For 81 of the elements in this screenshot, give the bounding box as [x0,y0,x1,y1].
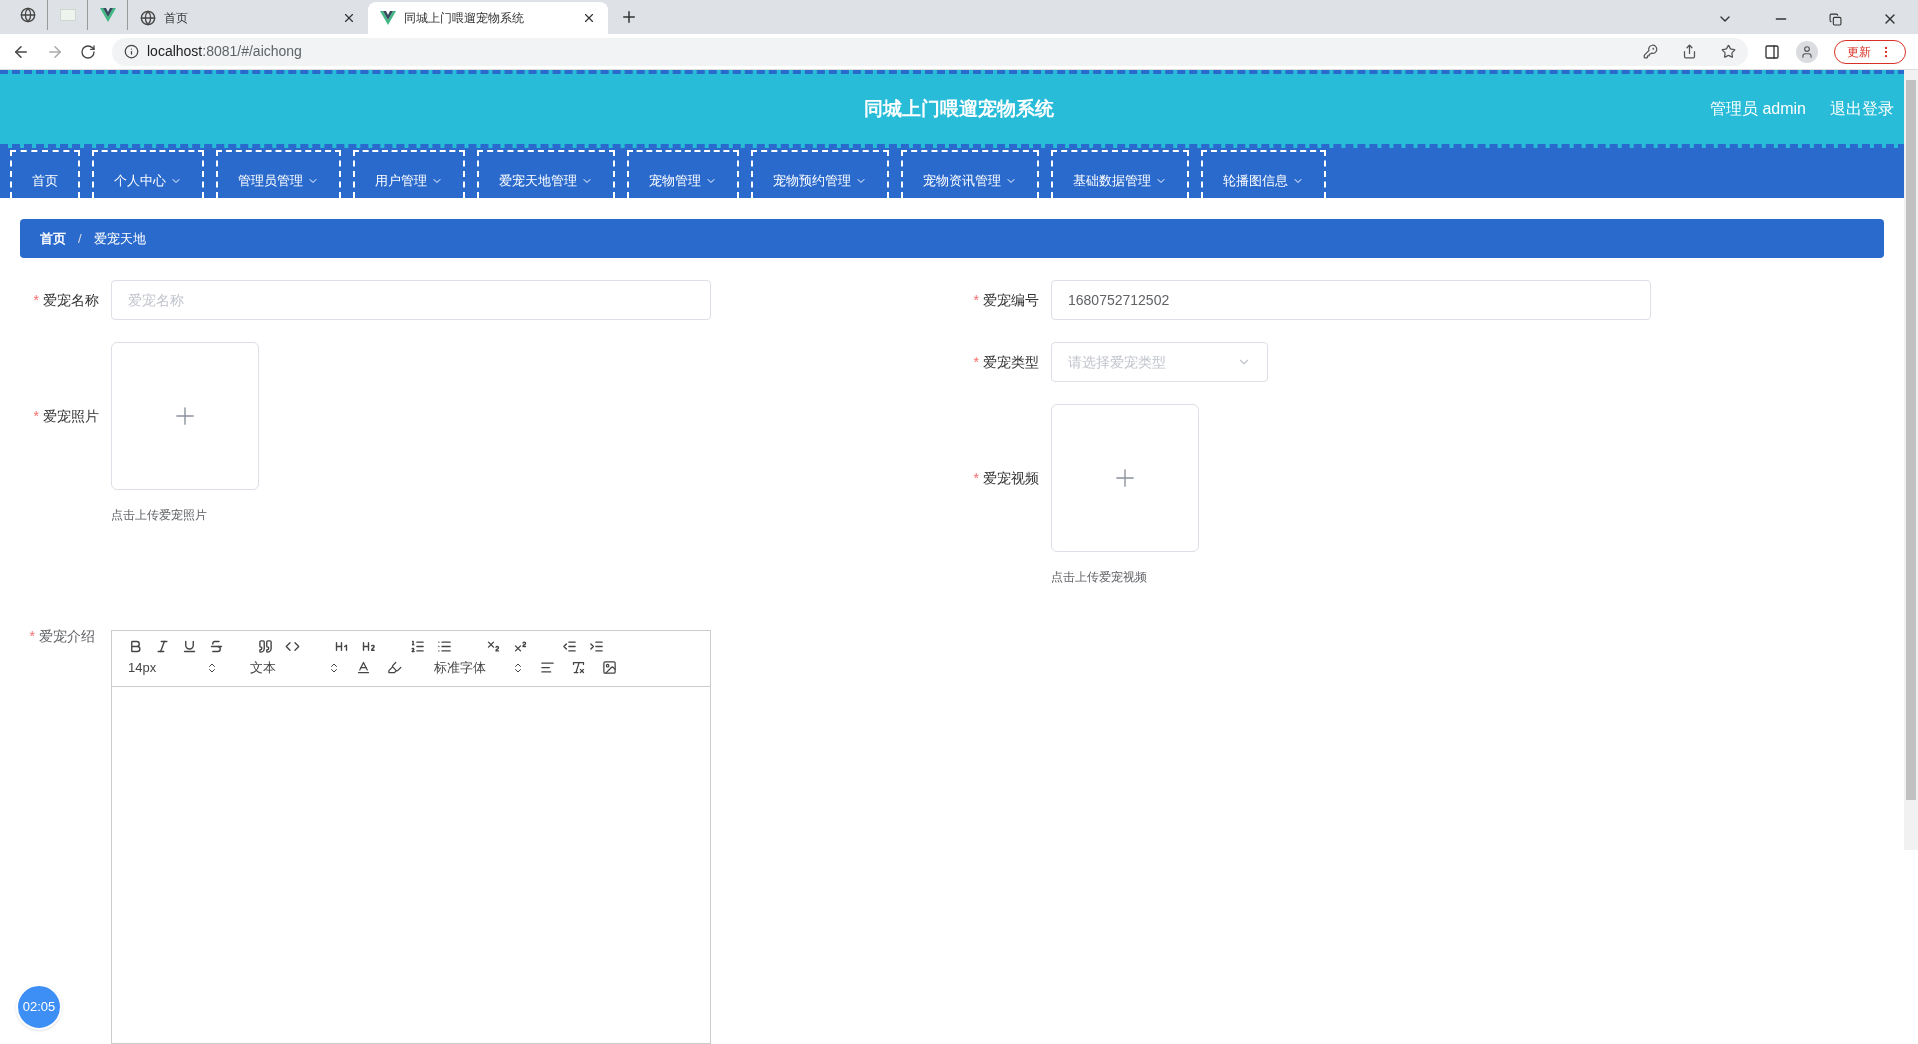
upload-hint: 点击上传爱宠视频 [1051,569,1148,586]
page-icon [59,9,76,21]
user-label: 管理员 admin [1709,99,1806,119]
required-mark: * [33,290,39,310]
nav-tab[interactable]: 首页 [10,150,80,198]
required-mark: * [973,290,979,310]
reload-icon[interactable] [80,43,96,60]
restore-icon[interactable] [1829,12,1842,26]
browser-tab[interactable]: 首页 [128,2,368,34]
nav-tab[interactable]: 个人中心 [92,150,204,198]
close-icon[interactable] [342,11,356,25]
side-panel-icon[interactable] [1764,43,1780,60]
upload-hint: 点击上传爱宠照片 [111,507,208,524]
required-mark: * [33,406,39,426]
strikethrough-icon[interactable] [209,639,224,654]
image-icon[interactable] [602,660,617,676]
required-mark: * [973,352,979,372]
size-picker[interactable]: 14px [128,658,218,678]
site-title: 同城上门喂遛宠物系统 [864,96,1054,121]
align-icon[interactable] [540,660,555,676]
v-logo-icon [380,11,396,25]
nav-tab[interactable]: 宠物资讯管理 [901,150,1039,198]
field-label: 爱宠介绍 [39,627,95,646]
field-label: 爱宠编号 [983,290,1039,310]
key-icon[interactable] [1643,44,1658,59]
field-label: 爱宠视频 [983,468,1039,488]
breadcrumb-item[interactable]: 首页 [40,228,66,249]
nav-tab[interactable]: 用户管理 [353,150,465,198]
address-field[interactable]: localhost:8081/#/aichong [112,37,1748,66]
profile-avatar[interactable] [1796,40,1818,63]
quote-icon[interactable] [258,639,273,654]
tab-title: 同城上门喂遛宠物系统 [404,10,525,27]
timer-badge: 02:05 [16,984,62,1030]
nav-tab[interactable]: 宠物管理 [627,150,739,198]
url-text: localhost:8081/#/aichong [147,42,302,61]
up-down-icon [328,661,340,674]
text-color-icon[interactable] [356,660,371,676]
field-label: 爱宠类型 [983,352,1039,372]
globe-icon [140,10,156,26]
nav-tab[interactable]: 轮播图信息 [1201,150,1326,198]
outdent-icon[interactable] [562,639,577,654]
header-picker[interactable]: 文本 [250,658,340,678]
share-icon[interactable] [1682,44,1697,59]
scrollbar-thumb[interactable] [1906,80,1916,800]
nav-tab[interactable]: 爱宠天地管理 [477,150,615,198]
bullet-list-icon[interactable] [437,639,452,654]
heading-two-icon[interactable] [361,639,376,654]
rich-text-editor[interactable]: 14px 文本 标准字体 [111,630,711,1044]
close-icon[interactable] [582,11,596,25]
v-logo-icon [99,8,116,22]
new-tab-icon[interactable] [620,8,638,26]
subscript-icon[interactable] [486,639,501,654]
info-icon [124,44,139,59]
superscript-icon[interactable] [513,639,528,654]
breadcrumb-separator: / [78,229,82,248]
required-mark: * [973,468,979,488]
underline-icon[interactable] [182,639,197,654]
up-down-icon [206,661,218,674]
number-input-field[interactable]: 1680752712502 [1051,280,1651,320]
name-input-field[interactable]: 爱宠名称 [111,280,711,320]
globe-icon [19,7,36,23]
field-label: 爱宠名称 [43,290,99,310]
font-picker[interactable]: 标准字体 [434,658,524,678]
heading-one-icon[interactable] [334,639,349,654]
nav-tab[interactable]: 管理员管理 [216,150,341,198]
browser-tab[interactable]: 同城上门喂遛宠物系统 [368,2,608,34]
code-icon[interactable] [285,639,300,654]
up-down-icon [512,661,524,674]
required-mark: * [29,627,35,646]
background-color-icon[interactable] [387,660,402,676]
italic-icon[interactable] [155,639,170,654]
indent-icon[interactable] [589,639,604,654]
numbered-list-icon[interactable] [410,639,425,654]
star-icon[interactable] [1721,44,1736,59]
nav-tab[interactable]: 基础数据管理 [1051,150,1189,198]
tab-title: 首页 [164,10,189,27]
nav-tab[interactable]: 宠物预约管理 [751,150,889,198]
breadcrumb-item: 爱宠天地 [93,229,146,248]
bold-icon[interactable] [128,639,143,654]
clear-format-icon[interactable] [571,660,586,676]
field-label: 爱宠照片 [43,406,99,426]
